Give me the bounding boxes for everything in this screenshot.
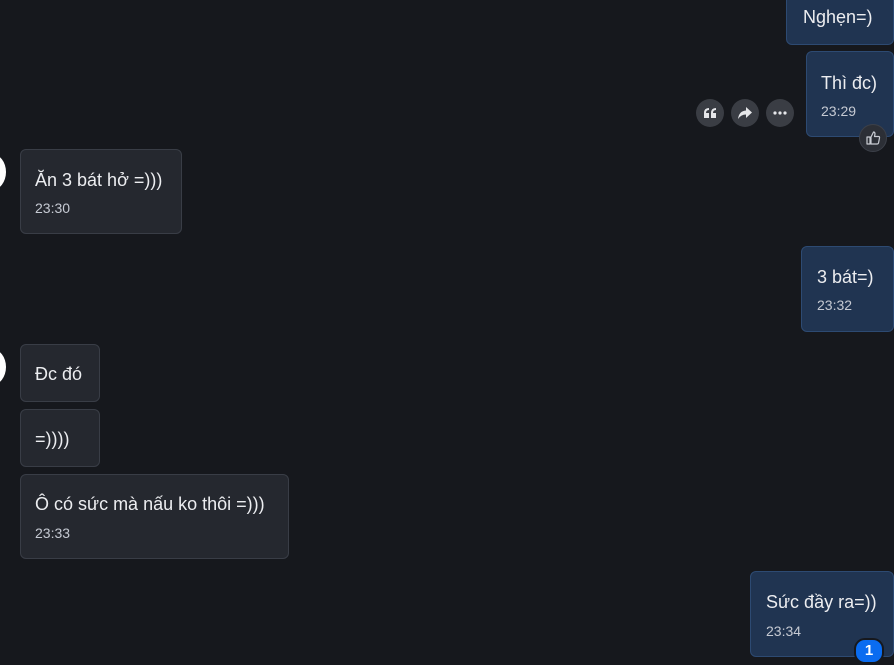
avatar[interactable] (0, 349, 6, 385)
chat-conversation: Nghẹn=) Thì đc) 23:29 Ăn 3 bát hở =))) 2… (0, 0, 894, 665)
forward-icon (738, 107, 752, 119)
message-text: Ăn 3 bát hở =))) (35, 170, 163, 190)
message-time: 23:34 (766, 623, 802, 639)
thumbs-up-icon (866, 131, 881, 145)
message-text: Đc đó (35, 364, 83, 384)
reaction-button[interactable] (859, 124, 887, 152)
message-text: Sức đầy ra=)) (766, 592, 877, 612)
message-text: Thì đc) (821, 73, 878, 93)
avatar[interactable] (0, 154, 6, 190)
more-icon (773, 111, 787, 115)
message-time: 23:33 (35, 525, 71, 541)
message-bubble-incoming[interactable]: Đc đó (20, 344, 100, 402)
message-bubble-outgoing[interactable]: Thì đc) 23:29 (806, 51, 894, 137)
message-bubble-incoming[interactable]: Ăn 3 bát hở =))) 23:30 (20, 149, 182, 234)
message-text: =)))) (35, 429, 70, 449)
message-bubble-outgoing[interactable]: 3 bát=) 23:32 (801, 246, 894, 332)
quote-icon (704, 108, 716, 118)
message-text: Nghẹn=) (803, 7, 873, 27)
message-bubble-outgoing[interactable]: Nghẹn=) (786, 0, 894, 45)
message-text: 3 bát=) (817, 267, 874, 287)
message-text: Ô có sức mà nấu ko thôi =))) (35, 494, 265, 514)
message-time: 23:29 (821, 103, 857, 119)
quote-button[interactable] (696, 99, 724, 127)
forward-button[interactable] (731, 99, 759, 127)
unread-badge[interactable]: 1 (854, 638, 884, 664)
message-bubble-incoming[interactable]: =)))) (20, 409, 100, 467)
more-button[interactable] (766, 99, 794, 127)
message-bubble-incoming[interactable]: Ô có sức mà nấu ko thôi =))) 23:33 (20, 474, 289, 559)
message-time: 23:32 (817, 297, 853, 313)
message-time: 23:30 (35, 200, 71, 216)
